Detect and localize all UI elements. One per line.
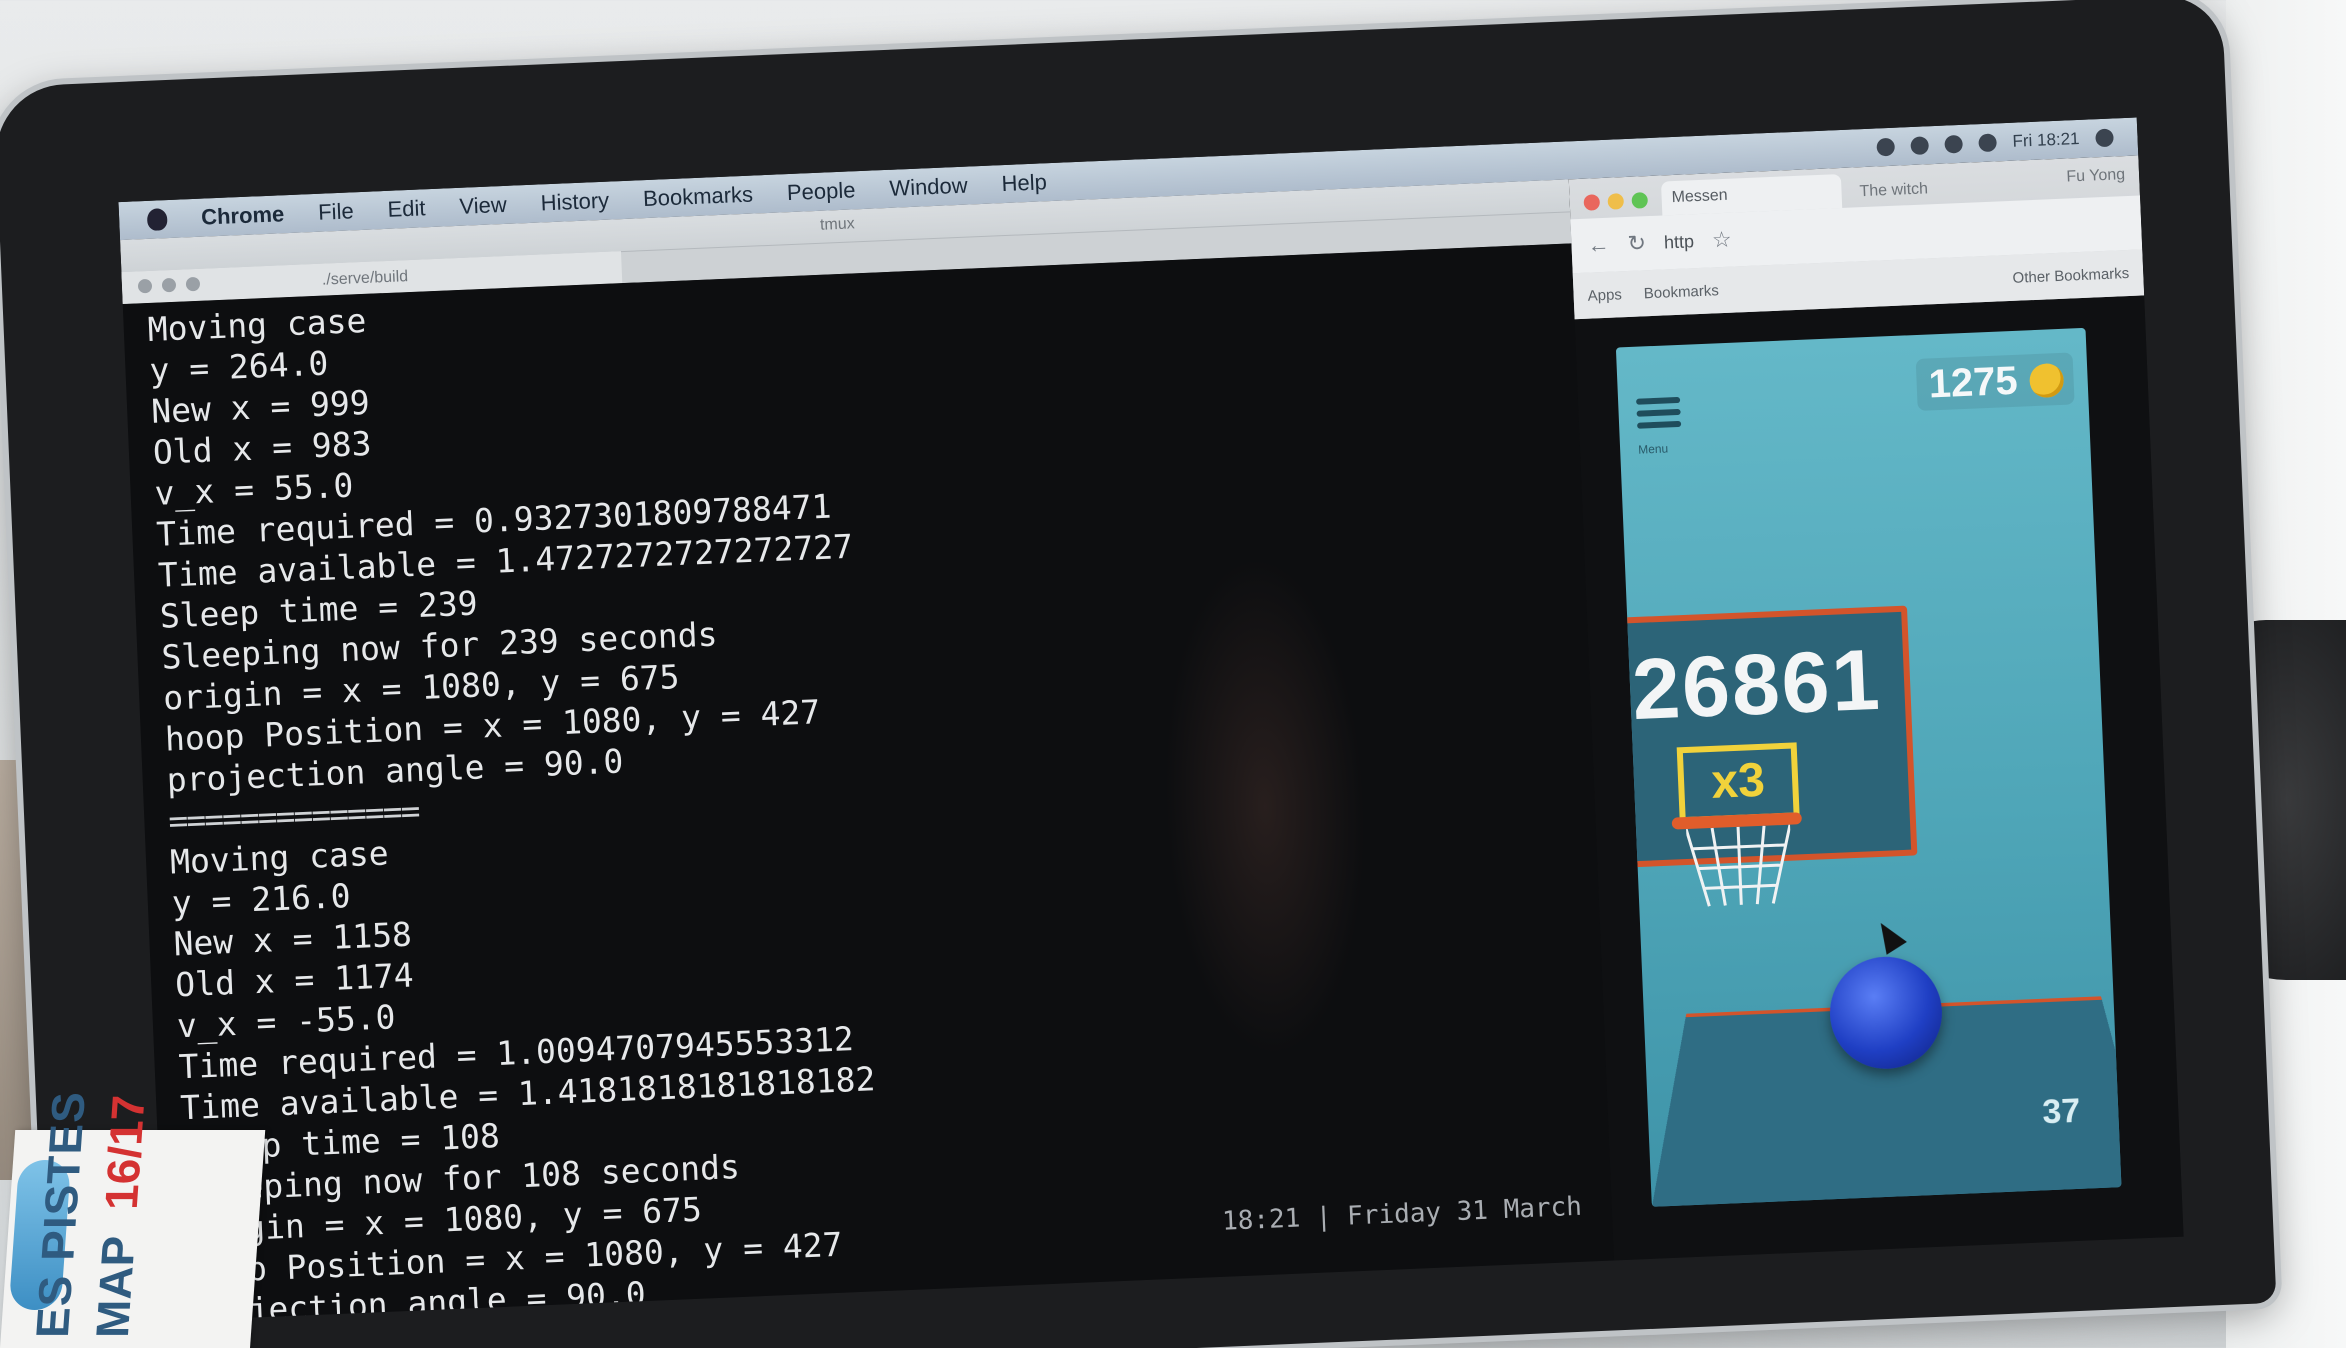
menu-label: Menu — [1637, 441, 1669, 457]
profile-name[interactable]: Fu Yong — [2066, 166, 2125, 186]
menu-window[interactable]: Window — [889, 173, 968, 202]
laptop: Chrome File Edit View History Bookmarks … — [0, 0, 2277, 1348]
mouse-cursor-icon — [1870, 916, 1907, 955]
menu-history[interactable]: History — [540, 188, 609, 217]
status-icon[interactable] — [1910, 136, 1929, 156]
zoom-icon[interactable] — [1631, 192, 1649, 209]
terminal-tab-title: ./serve/build — [321, 268, 409, 289]
magazine: ES PISTES MAP 16/17 — [0, 1091, 266, 1348]
search-icon[interactable] — [2095, 128, 2114, 148]
terminal-output[interactable]: Moving case y = 264.0 New x = 999 Old x … — [122, 243, 1615, 1321]
menu-file[interactable]: File — [318, 198, 355, 225]
close-icon[interactable] — [1583, 194, 1601, 211]
menu-view[interactable]: View — [459, 192, 507, 220]
reload-icon[interactable]: ↻ — [1627, 230, 1647, 257]
basketball-game-canvas[interactable]: Menu 1275 26861 x3 37 — [1615, 327, 2122, 1207]
status-icon[interactable] — [1876, 137, 1895, 157]
address-bar[interactable]: http — [1664, 231, 1695, 253]
wifi-icon[interactable] — [1944, 134, 1963, 154]
magazine-subtitle-text: MAP — [85, 1236, 145, 1338]
menu-people[interactable]: People — [786, 177, 856, 206]
score-multiplier: x3 — [1676, 742, 1800, 824]
bookmark-star-icon[interactable]: ☆ — [1711, 227, 1732, 254]
magazine-season: 16/17 — [94, 1094, 155, 1210]
menu-edit[interactable]: Edit — [387, 195, 426, 223]
coin-counter: 1275 — [1915, 352, 2075, 411]
menubar-clock[interactable]: Fri 18:21 — [2012, 129, 2080, 152]
apple-icon[interactable] — [146, 208, 168, 231]
hamburger-menu-icon[interactable] — [1636, 396, 1682, 439]
hoop-backboard: 26861 x3 — [1617, 605, 1918, 907]
chrome-window: Messen The witch Fu Yong ← ↻ http ☆ Apps… — [1568, 155, 2184, 1261]
other-bookmarks[interactable]: Other Bookmarks — [2012, 264, 2143, 287]
laptop-screen: Chrome File Edit View History Bookmarks … — [118, 117, 2184, 1322]
bookmark-bookmarks[interactable]: Bookmarks — [1643, 282, 1719, 302]
shot-counter: 37 — [2041, 1091, 2082, 1132]
coin-count: 1275 — [1927, 358, 2019, 407]
menu-bookmarks[interactable]: Bookmarks — [643, 182, 754, 213]
menu-help[interactable]: Help — [1001, 169, 1047, 197]
minimize-icon[interactable] — [1607, 193, 1625, 210]
browser-chrome: Messen The witch Fu Yong ← ↻ http ☆ Apps… — [1568, 155, 2145, 320]
battery-icon[interactable] — [1978, 133, 1997, 153]
game-score: 26861 — [1630, 631, 1884, 739]
terminal-window-title: tmux — [819, 215, 856, 234]
back-arrow-icon[interactable]: ← — [1587, 232, 1610, 259]
bookmark-apps[interactable]: Apps — [1587, 286, 1622, 304]
menubar-status-area: Fri 18:21 — [1876, 127, 2138, 158]
magazine-subtitle: MAP 16/17 — [85, 1095, 156, 1338]
coin-icon — [2028, 362, 2065, 399]
menu-app-name[interactable]: Chrome — [201, 201, 285, 230]
hoop-net — [1686, 824, 1792, 907]
